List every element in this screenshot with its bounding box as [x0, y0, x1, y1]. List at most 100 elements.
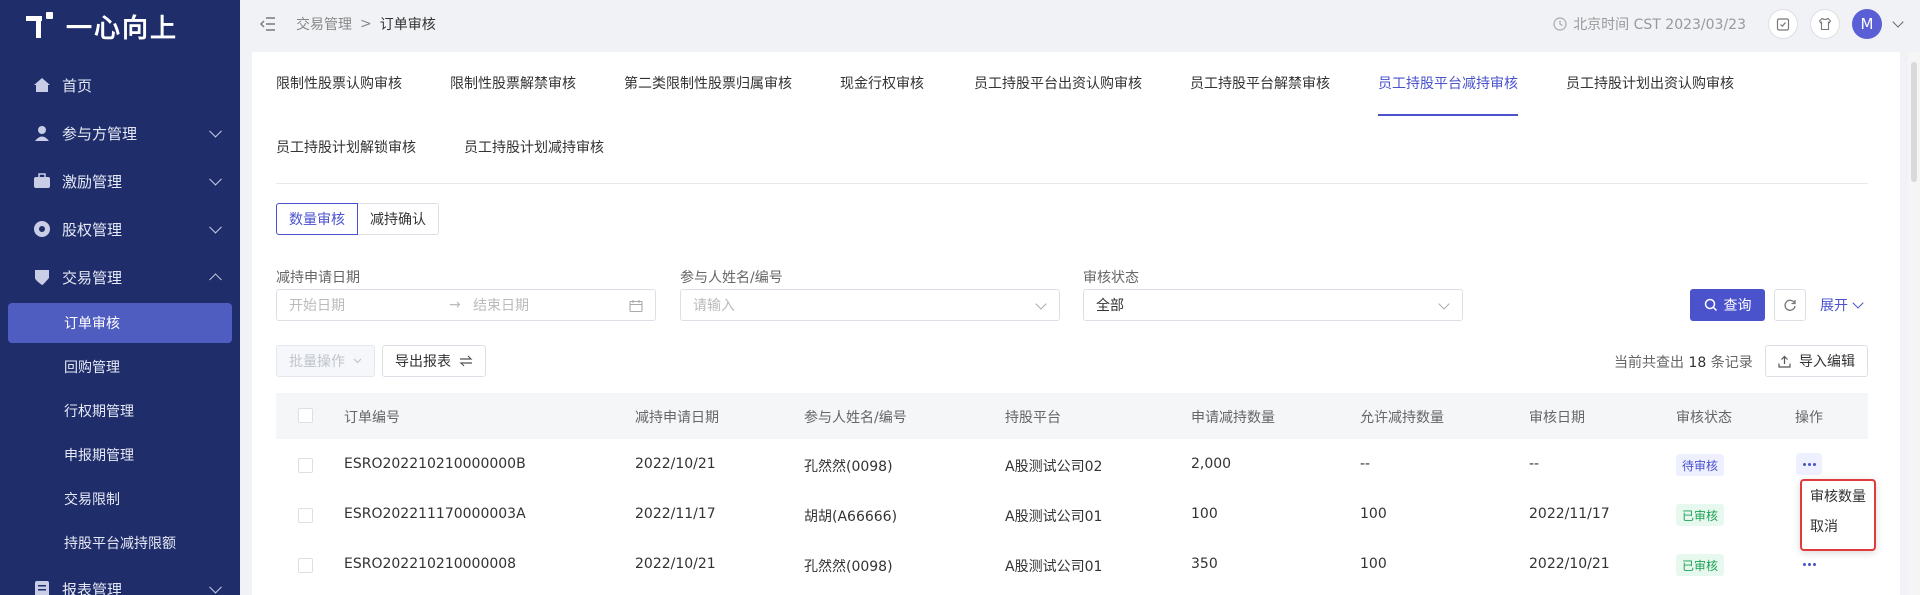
review-date: --: [1529, 456, 1540, 472]
theme-button[interactable]: [1810, 9, 1840, 39]
page-scrollbar[interactable]: [1908, 52, 1920, 595]
row-checkbox[interactable]: [298, 458, 313, 473]
sidebar-subitem-buyback[interactable]: 回购管理: [0, 345, 240, 389]
column-header: 申请减持数量: [1191, 410, 1275, 426]
sidebar-subitem-declare-period[interactable]: 申报期管理: [0, 433, 240, 477]
sidebar-item-participants[interactable]: 参与方管理: [0, 109, 240, 157]
batch-label: 批量操作: [289, 354, 345, 370]
sidebar-item-trade[interactable]: 交易管理: [0, 253, 240, 301]
person-select[interactable]: 请输入: [680, 289, 1060, 321]
chevron-down-icon: [209, 580, 222, 594]
person-filter-label: 参与人姓名/编号: [680, 270, 783, 286]
order-id: ESRO202211170000003A: [344, 506, 526, 522]
home-icon: [32, 75, 52, 95]
active-tab-indicator: [1378, 114, 1518, 116]
select-all-checkbox[interactable]: [298, 408, 313, 423]
equity-icon: [32, 219, 52, 239]
status-badge: 已审核: [1676, 554, 1725, 576]
column-header: 持股平台: [1005, 410, 1061, 426]
query-button[interactable]: 查询: [1690, 289, 1765, 321]
upload-icon: [1778, 355, 1791, 368]
row-checkbox[interactable]: [298, 558, 313, 573]
collapse-sidebar-icon[interactable]: [260, 17, 276, 31]
column-header: 审核日期: [1529, 410, 1585, 426]
count-suffix: 条记录: [1710, 355, 1753, 371]
apply-quantity: 350: [1191, 556, 1218, 572]
expand-filters-link[interactable]: 展开: [1820, 295, 1864, 315]
sidebar-item-equity[interactable]: 股权管理: [0, 205, 240, 253]
apply-date: 2022/10/21: [635, 556, 716, 572]
more-actions-button[interactable]: [1796, 453, 1822, 475]
export-label: 导出报表: [395, 354, 451, 370]
sidebar-item-incentive[interactable]: 激励管理: [0, 157, 240, 205]
sidebar-subitem-trade-limit[interactable]: 交易限制: [0, 477, 240, 521]
column-header: 订单编号: [344, 410, 400, 426]
chevron-down-icon[interactable]: [1892, 16, 1904, 28]
sidebar-item-label: 激励管理: [62, 172, 123, 191]
breadcrumb-item[interactable]: 交易管理: [296, 14, 352, 34]
order-id: ESRO202210210000000B: [344, 456, 526, 472]
sidebar-subitem-order-review[interactable]: 订单审核: [8, 303, 232, 343]
batch-operation-button[interactable]: 批量操作: [276, 345, 375, 377]
menu-item-review-quantity[interactable]: 审核数量: [1810, 489, 1874, 519]
export-report-button[interactable]: 导出报表: [382, 345, 486, 377]
status-badge: 待审核: [1676, 454, 1725, 476]
tab-platform-subscription[interactable]: 员工持股平台出资认购审核: [974, 73, 1142, 93]
end-date-placeholder: 结束日期: [473, 298, 529, 314]
breadcrumb: 交易管理 > 订单审核: [296, 14, 436, 34]
breadcrumb-separator-icon: >: [360, 16, 372, 32]
logo-mark-icon: [26, 12, 56, 40]
tab-plan-unlock[interactable]: 员工持股计划解锁审核: [276, 137, 416, 157]
sidebar-subitem-platform-limit[interactable]: 持股平台减持限额: [0, 521, 240, 565]
date-range-picker[interactable]: 开始日期 → 结束日期: [276, 289, 656, 321]
tab-restricted-unlock[interactable]: 限制性股票解禁审核: [450, 73, 576, 93]
table-row: ESRO202210210000008 2022/10/21 孔然然(0098)…: [276, 541, 1868, 591]
calendar-icon: [629, 300, 643, 313]
column-header: 审核状态: [1676, 410, 1732, 426]
sidebar-item-label: 首页: [62, 76, 93, 95]
import-edit-button[interactable]: 导入编辑: [1765, 345, 1868, 377]
tab-plan-subscription[interactable]: 员工持股计划出资认购审核: [1566, 73, 1734, 93]
row-checkbox[interactable]: [298, 508, 313, 523]
sidebar-item-report[interactable]: 报表管理: [0, 565, 240, 595]
sidebar-item-label: 报表管理: [62, 580, 123, 595]
sidebar-item-label: 参与方管理: [62, 124, 138, 143]
expand-label: 展开: [1820, 298, 1848, 314]
sidebar-item-label: 交易管理: [62, 268, 123, 287]
todo-button[interactable]: [1768, 9, 1798, 39]
menu-item-cancel[interactable]: 取消: [1810, 519, 1874, 549]
tab-platform-reduction[interactable]: 员工持股平台减持审核: [1378, 73, 1518, 93]
more-actions-button[interactable]: [1796, 553, 1822, 575]
chevron-down-icon: [1852, 297, 1864, 309]
tab-class2-vesting[interactable]: 第二类限制性股票归属审核: [624, 73, 792, 93]
sidebar-item-home[interactable]: 首页: [0, 61, 240, 109]
segment-quantity-review[interactable]: 数量审核: [276, 203, 358, 235]
segment-reduction-confirm[interactable]: 减持确认: [358, 203, 439, 235]
status-select[interactable]: 全部: [1083, 289, 1463, 321]
participant: 孔然然(0098): [804, 459, 893, 475]
status-filter-label: 审核状态: [1083, 270, 1139, 286]
tab-cash-exercise[interactable]: 现金行权审核: [840, 73, 924, 93]
start-date-placeholder: 开始日期: [289, 298, 345, 314]
reset-button[interactable]: [1774, 289, 1806, 321]
person-placeholder: 请输入: [693, 298, 735, 314]
apply-date: 2022/11/17: [635, 506, 716, 522]
scrollbar-thumb[interactable]: [1911, 62, 1917, 182]
status-value: 全部: [1096, 298, 1124, 314]
tab-restricted-subscription[interactable]: 限制性股票认购审核: [276, 73, 402, 93]
tab-platform-unlock[interactable]: 员工持股平台解禁审核: [1190, 73, 1330, 93]
clock-icon: [1553, 17, 1567, 31]
date-filter-label: 减持申请日期: [276, 270, 360, 286]
allowed-quantity: 100: [1360, 556, 1387, 572]
brand-name: 一心向上: [66, 13, 179, 44]
apply-quantity: 2,000: [1191, 456, 1232, 472]
column-header: 减持申请日期: [635, 410, 719, 426]
query-label: 查询: [1723, 298, 1752, 314]
column-header: 操作: [1795, 410, 1823, 426]
avatar[interactable]: M: [1852, 9, 1882, 39]
header-tools: 北京时间 CST 2023/03/23 M: [1553, 9, 1904, 39]
sidebar-subitem-exercise-period[interactable]: 行权期管理: [0, 389, 240, 433]
tab-plan-reduction[interactable]: 员工持股计划减持审核: [464, 137, 604, 157]
table-row: ESRO202210210000000B 2022/10/21 孔然然(0098…: [276, 441, 1868, 491]
checklist-icon: [1776, 18, 1790, 31]
